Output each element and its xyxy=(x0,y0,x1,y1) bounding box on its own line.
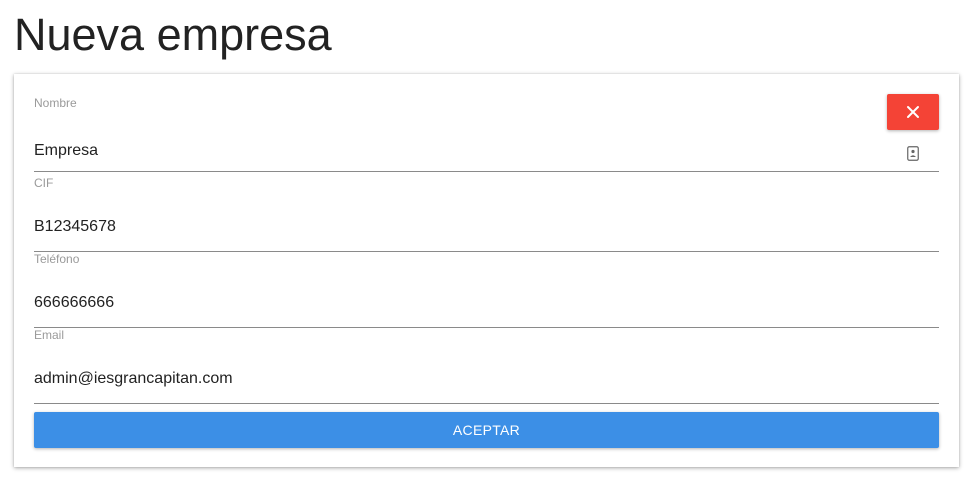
phone-label: Teléfono xyxy=(34,252,80,266)
name-field: Nombre xyxy=(34,96,939,172)
name-input[interactable] xyxy=(34,142,874,160)
cif-label: CIF xyxy=(34,176,54,190)
company-form-card: Nombre CIF Teléfono Email ACEPTAR xyxy=(14,74,959,467)
email-field: Email xyxy=(34,328,939,404)
name-label: Nombre xyxy=(34,96,77,110)
email-underline xyxy=(34,403,939,404)
page-title: Nueva empresa xyxy=(14,9,332,60)
phone-input[interactable] xyxy=(34,294,874,312)
email-label: Email xyxy=(34,328,65,342)
cif-input[interactable] xyxy=(34,218,874,236)
phone-field: Teléfono xyxy=(34,252,939,328)
name-underline xyxy=(34,171,939,172)
cif-field: CIF xyxy=(34,176,939,252)
contact-card-icon[interactable] xyxy=(907,146,919,161)
accept-button[interactable]: ACEPTAR xyxy=(34,412,939,448)
email-input[interactable] xyxy=(34,370,874,388)
